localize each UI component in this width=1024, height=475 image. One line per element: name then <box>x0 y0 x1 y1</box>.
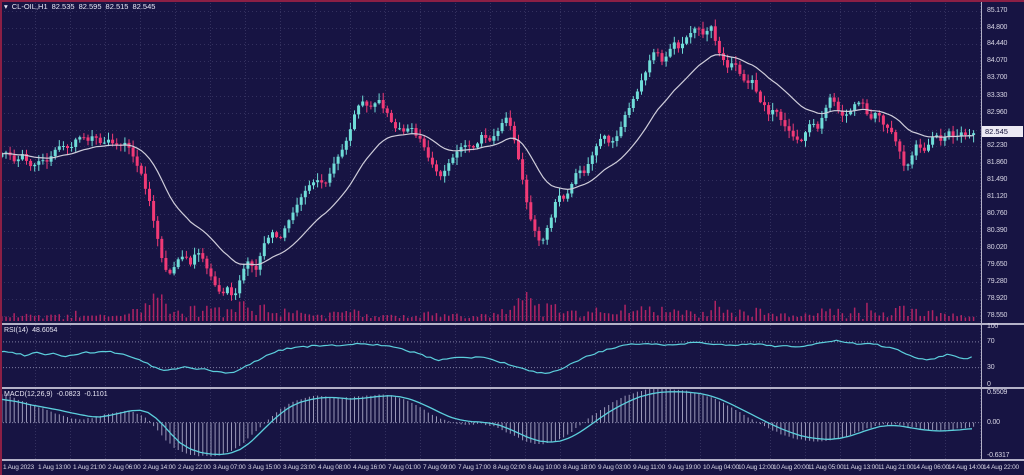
time-axis-label: 11 Aug 21:00 <box>878 464 913 471</box>
time-axis-label: 8 Aug 18:00 <box>563 464 596 471</box>
current-price-badge: 82.545 <box>982 126 1023 137</box>
price-axis-label: 81.490 <box>987 176 1007 183</box>
time-axis-label: 10 Aug 12:00 <box>738 464 774 471</box>
time-axis-label: 8 Aug 02:00 <box>493 464 526 471</box>
close-value: 82.545 <box>132 2 155 11</box>
time-axis-label: 9 Aug 03:00 <box>598 464 631 471</box>
time-axis-label: 9 Aug 19:00 <box>668 464 701 471</box>
chart-dropdown-icon[interactable]: ▾ <box>4 2 8 11</box>
time-axis-label: 2 Aug 14:00 <box>143 464 176 471</box>
candlestick-chart <box>0 0 981 323</box>
price-axis-label: 81.120 <box>987 193 1007 200</box>
price-axis-label: 84.440 <box>987 40 1007 47</box>
price-axis-label: 81.860 <box>987 159 1007 166</box>
time-axis-label: 4 Aug 16:00 <box>353 464 386 471</box>
price-axis-label: 79.280 <box>987 278 1007 285</box>
rsi-legend: RSI(14) 48.6054 <box>4 327 61 334</box>
macd-main-value: -0.0823 <box>57 391 81 398</box>
macd-label: MACD(12,26,9) <box>4 391 53 398</box>
window-border-left <box>0 0 2 475</box>
time-axis-label: 10 Aug 04:00 <box>703 464 739 471</box>
time-axis-label: 7 Aug 01:00 <box>388 464 421 471</box>
time-axis-label: 4 Aug 08:00 <box>318 464 351 471</box>
price-axis-label: 78.920 <box>987 295 1007 302</box>
low-value: 82.515 <box>106 2 129 11</box>
time-axis-label: 9 Aug 11:00 <box>633 464 665 471</box>
rsi-axis-label: 70 <box>987 338 994 345</box>
symbol-timeframe-label: CL-OIL,H1 <box>12 2 48 11</box>
time-axis-label: 1 Aug 21:00 <box>73 464 106 471</box>
price-axis-label: 80.760 <box>987 210 1007 217</box>
price-axis-label: 85.170 <box>987 7 1007 14</box>
rsi-axis-label: 100 <box>987 323 998 330</box>
price-axis-label: 83.330 <box>987 92 1007 99</box>
chart-legend: ▾ CL-OIL,H1 82.535 82.595 82.51582.545 <box>4 2 159 11</box>
price-axis[interactable]: 85.170 84.800 84.440 84.070 83.700 83.330 82.9… <box>981 0 1024 461</box>
price-axis-label: 82.230 <box>987 142 1007 149</box>
high-value: 82.595 <box>79 2 102 11</box>
time-axis-label: 3 Aug 15:00 <box>248 464 281 471</box>
price-axis-label: 79.650 <box>987 261 1007 268</box>
macd-chart <box>0 389 981 459</box>
time-axis-label: 14 Aug 06:00 <box>913 464 949 471</box>
price-axis-label: 78.550 <box>987 312 1007 319</box>
rsi-indicator-panel[interactable] <box>0 325 981 387</box>
rsi-line-chart <box>0 325 981 387</box>
time-axis[interactable]: 1 Aug 2023 1 Aug 13:001 Aug 21:002 Aug 06… <box>0 461 1024 475</box>
macd-legend: MACD(12,26,9) -0.0823-0.1101 <box>4 391 112 398</box>
time-axis-label: 11 Aug 05:00 <box>808 464 843 471</box>
time-axis-label: 3 Aug 23:00 <box>283 464 316 471</box>
trading-platform-background: { "window": { "symbol_title": "CL-OIL,H1… <box>0 0 1024 475</box>
time-axis-label: 8 Aug 10:00 <box>528 464 561 471</box>
macd-axis-label: 0.00 <box>987 419 1000 426</box>
time-axis-label: 14 Aug 22:00 <box>983 464 1019 471</box>
time-axis-label: 2 Aug 06:00 <box>108 464 141 471</box>
time-axis-label: 14 Aug 14:00 <box>948 464 984 471</box>
price-axis-label: 83.700 <box>987 74 1007 81</box>
time-axis-label: 11 Aug 13:00 <box>843 464 878 471</box>
time-axis-label: 3 Aug 07:00 <box>213 464 246 471</box>
window-border-top <box>0 0 1024 2</box>
time-axis-label: 10 Aug 20:00 <box>773 464 809 471</box>
time-axis-label: 1 Aug 13:00 <box>38 464 71 471</box>
trading-chart-window: ▾CL-OIL,H182.53582.59582.51582.545 RSI(1… <box>0 0 1024 475</box>
rsi-axis-label: 0 <box>987 381 991 388</box>
price-axis-label: 84.800 <box>987 24 1007 31</box>
rsi-value: 48.6054 <box>32 327 57 334</box>
time-axis-label: 7 Aug 09:00 <box>423 464 456 471</box>
macd-axis-label: -0.6317 <box>987 452 1009 459</box>
macd-axis-label: 0.5509 <box>987 389 1007 396</box>
time-axis-label: 7 Aug 17:00 <box>458 464 491 471</box>
time-axis-label: 1 Aug 2023 <box>3 464 34 471</box>
price-chart-panel[interactable] <box>0 0 981 323</box>
open-value: 82.535 <box>52 2 75 11</box>
rsi-axis-label: 30 <box>987 364 994 371</box>
price-axis-label: 80.020 <box>987 244 1007 251</box>
price-axis-label: 80.390 <box>987 227 1007 234</box>
time-axis-label: 2 Aug 22:00 <box>178 464 211 471</box>
macd-indicator-panel[interactable] <box>0 389 981 459</box>
macd-signal-value: -0.1101 <box>84 391 107 398</box>
rsi-label: RSI(14) <box>4 327 28 334</box>
price-axis-label: 84.070 <box>987 57 1007 64</box>
price-axis-label: 82.960 <box>987 109 1007 116</box>
